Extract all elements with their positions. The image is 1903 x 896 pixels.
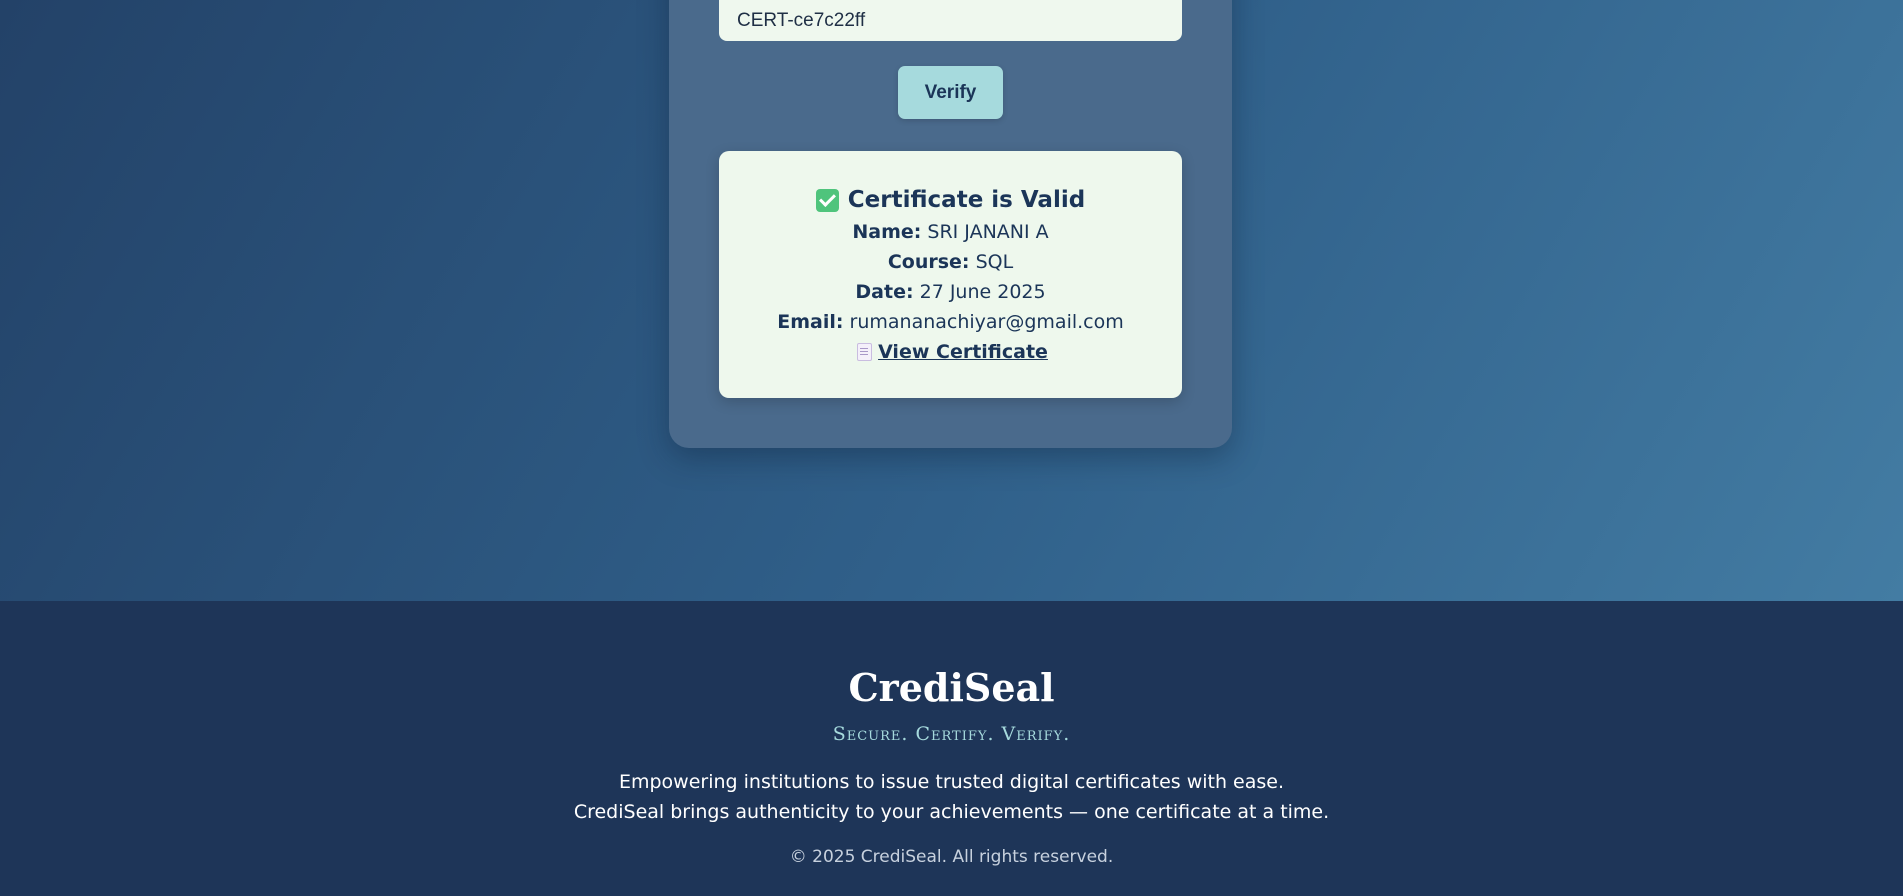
- result-title: Certificate is Valid: [719, 183, 1182, 217]
- email-row: Email: rumananachiyar@gmail.com: [719, 307, 1182, 337]
- course-value: SQL: [975, 251, 1014, 273]
- date-value: 27 June 2025: [919, 281, 1046, 303]
- document-icon: [857, 343, 873, 361]
- name-row: Name: SRI JANANI A: [719, 217, 1182, 247]
- check-icon: [815, 188, 839, 212]
- footer-brand: CrediSeal: [848, 665, 1055, 710]
- view-certificate-link[interactable]: View Certificate: [853, 337, 1048, 367]
- footer-copyright: © 2025 CrediSeal. All rights reserved.: [789, 847, 1114, 867]
- verification-result-card: Certificate is Valid Name: SRI JANANI A …: [719, 151, 1182, 398]
- email-value: rumananachiyar@gmail.com: [849, 311, 1124, 333]
- email-label: Email:: [777, 311, 844, 333]
- name-value: SRI JANANI A: [927, 221, 1049, 243]
- footer-tagline: Secure. Certify. Verify.: [832, 723, 1071, 745]
- verify-button[interactable]: Verify: [898, 66, 1003, 119]
- name-label: Name:: [852, 221, 922, 243]
- site-footer: CrediSeal Secure. Certify. Verify. Empow…: [0, 601, 1903, 896]
- course-row: Course: SQL: [719, 247, 1182, 277]
- view-certificate-label: View Certificate: [878, 341, 1048, 363]
- course-label: Course:: [887, 251, 970, 273]
- certificate-id-input[interactable]: [719, 0, 1182, 41]
- date-row: Date: 27 June 2025: [719, 277, 1182, 307]
- footer-description-line-1: Empowering institutions to issue trusted…: [618, 771, 1285, 793]
- result-title-text: Certificate is Valid: [847, 187, 1086, 213]
- date-label: Date:: [855, 281, 914, 303]
- footer-description-line-2: CrediSeal brings authenticity to your ac…: [573, 801, 1330, 823]
- footer-description: Empowering institutions to issue trusted…: [0, 767, 1903, 827]
